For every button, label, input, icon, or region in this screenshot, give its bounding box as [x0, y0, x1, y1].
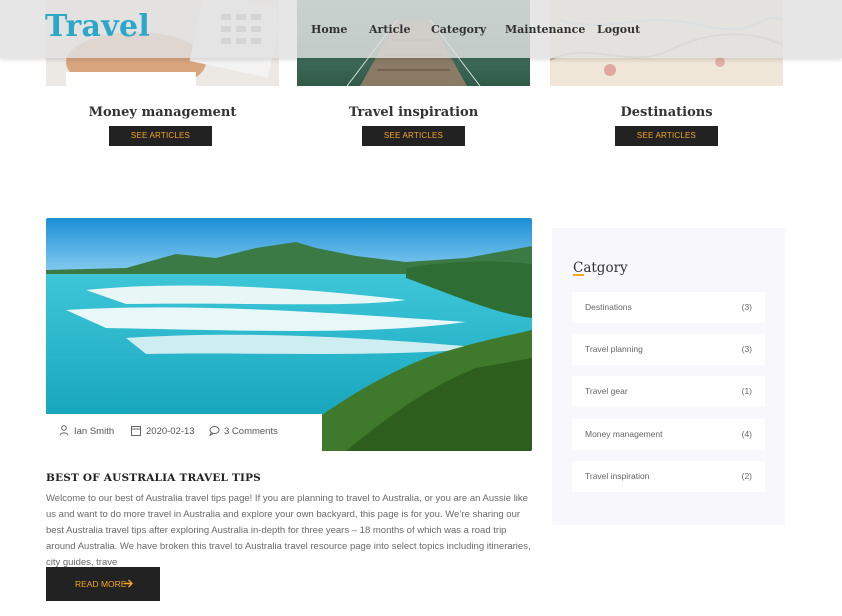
nav-maintenance[interactable]: Maintenance	[505, 23, 585, 36]
sidebar-title-underline	[573, 274, 584, 276]
sidebar-item-count: (4)	[741, 429, 752, 439]
post-title[interactable]: BEST OF AUSTRALIA TRAVEL TIPS	[46, 472, 261, 484]
nav-article[interactable]: Article	[369, 23, 410, 36]
sidebar-item-destinations[interactable]: Destinations (3)	[572, 292, 765, 323]
category-title-destinations: Destinations	[620, 105, 713, 120]
site-logo[interactable]: Travel	[45, 9, 150, 44]
post-excerpt: Welcome to our best of Australia travel …	[46, 493, 531, 568]
user-icon	[59, 425, 69, 436]
site-header: Travel Home Article Category Maintenance…	[0, 0, 842, 58]
sidebar-item-count: (3)	[741, 344, 752, 354]
category-title-travel-inspiration: Travel inspiration	[348, 105, 479, 120]
sidebar-item-travel-gear[interactable]: Travel gear (1)	[572, 376, 765, 407]
sidebar-item-label: Destinations	[585, 302, 632, 312]
read-more-label: READ MORE	[75, 579, 127, 589]
post-date: 2020-02-13	[146, 426, 195, 437]
category-title-money-management: Money management	[88, 105, 237, 120]
see-articles-button-travel-inspiration[interactable]: SEE ARTICLES	[362, 126, 465, 146]
post-author[interactable]: Ian Smith	[74, 426, 114, 437]
sidebar-item-travel-planning[interactable]: Travel planning (3)	[572, 334, 765, 365]
see-articles-button-money-management[interactable]: SEE ARTICLES	[109, 126, 212, 146]
post-comments[interactable]: 3 Comments	[224, 426, 278, 437]
sidebar-item-count: (1)	[741, 386, 752, 396]
sidebar-item-count: (3)	[741, 302, 752, 312]
see-articles-button-destinations[interactable]: SEE ARTICLES	[615, 126, 718, 146]
sidebar-item-count: (2)	[741, 471, 752, 481]
arrow-right-icon	[124, 579, 133, 588]
nav-home[interactable]: Home	[311, 23, 347, 36]
sidebar-item-money-management[interactable]: Money management (4)	[572, 419, 765, 450]
sidebar-item-label: Travel inspiration	[585, 471, 650, 481]
read-more-button[interactable]: READ MORE	[46, 567, 160, 601]
comment-icon	[209, 426, 220, 436]
sidebar-item-travel-inspiration[interactable]: Travel inspiration (2)	[572, 461, 765, 492]
nav-logout[interactable]: Logout	[597, 23, 640, 36]
sidebar-item-label: Travel planning	[585, 344, 643, 354]
calendar-icon	[131, 426, 141, 436]
sidebar-item-label: Money management	[585, 429, 663, 439]
nav-category[interactable]: Category	[431, 23, 486, 36]
sidebar-item-label: Travel gear	[585, 386, 628, 396]
